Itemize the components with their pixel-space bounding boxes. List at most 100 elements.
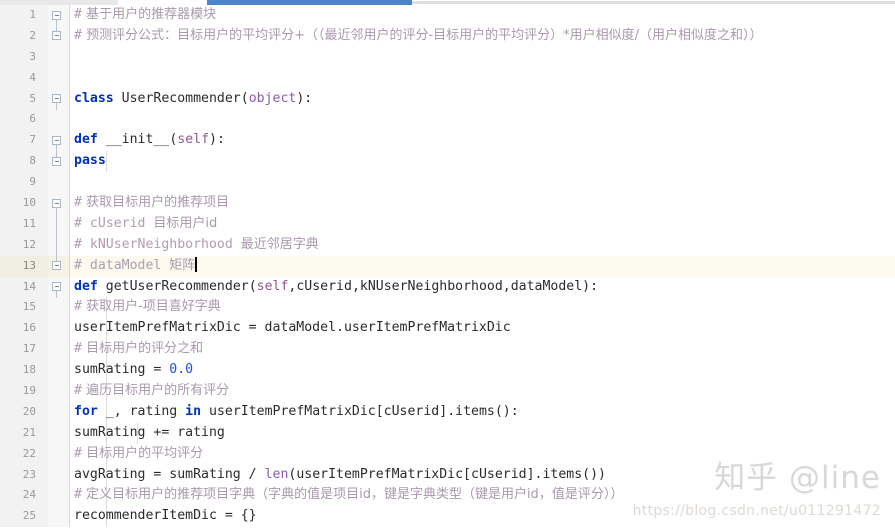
code-line[interactable]: 8 pass bbox=[0, 151, 895, 173]
code-line[interactable]: 2 # 预测评分公式：目标用户的平均评分+（（最近邻用户的评分-目标用户的平均评分… bbox=[0, 25, 895, 47]
code-line-text[interactable]: # 获取目标用户的推荐项目 bbox=[74, 193, 229, 214]
line-number: 7 bbox=[0, 130, 36, 152]
fold-gutter[interactable] bbox=[48, 443, 70, 465]
fold-gutter[interactable] bbox=[48, 172, 70, 194]
code-line-text[interactable]: recommenderItemDic = {} bbox=[74, 506, 257, 527]
token-def: def bbox=[74, 132, 98, 148]
code-line-text[interactable]: avgRating = sumRating / len(userItemPref… bbox=[74, 465, 606, 486]
fold-gutter[interactable] bbox=[48, 318, 70, 340]
line-number: 1 bbox=[0, 5, 36, 26]
code-line-text[interactable]: # cUserid 目标用户id bbox=[74, 214, 217, 235]
code-line[interactable]: 4 bbox=[0, 67, 895, 89]
token-comment: # bbox=[74, 445, 82, 461]
fold-gutter[interactable] bbox=[48, 381, 70, 402]
code-line[interactable]: 16 userItemPrefMatrixDic = dataModel.use… bbox=[0, 318, 895, 340]
code-line-text[interactable]: # 目标用户的评分之和 bbox=[74, 339, 203, 360]
code-line[interactable]: 25 recommenderItemDic = {} bbox=[0, 506, 895, 528]
code-line[interactable]: 23 avgRating = sumRating / len(userItemP… bbox=[0, 464, 895, 486]
code-line[interactable]: 15 # 获取用户-项目喜好字典 bbox=[0, 297, 895, 319]
code-line-text[interactable]: def getUserRecommender(self,cUserid,kNUs… bbox=[74, 277, 598, 298]
fold-connector-line bbox=[56, 213, 57, 235]
code-line-text[interactable]: for _, rating in userItemPrefMatrixDic[c… bbox=[74, 402, 519, 423]
code-line-text[interactable]: # kNUserNeighborhood 最近邻居字典 bbox=[74, 235, 319, 256]
code-line[interactable]: 24 # 定义目标用户的推荐项目字典（字典的值是项目id，键是字典类型（键是用户… bbox=[0, 485, 895, 507]
fold-gutter[interactable] bbox=[48, 297, 70, 319]
code-line[interactable]: 10 # 获取目标用户的推荐项目 bbox=[0, 193, 895, 215]
code-line-text[interactable]: class UserRecommender(object): bbox=[74, 89, 312, 110]
fold-gutter[interactable] bbox=[48, 485, 70, 507]
code-line[interactable]: 19 # 遍历目标用户的所有评分 bbox=[0, 381, 895, 402]
code-line[interactable]: 18 sumRating = 0.0 bbox=[0, 360, 895, 382]
fold-gutter[interactable] bbox=[48, 339, 70, 361]
line-number: 8 bbox=[0, 151, 36, 173]
fold-gutter[interactable] bbox=[48, 360, 70, 382]
code-line[interactable]: 11 # cUserid 目标用户id bbox=[0, 213, 895, 235]
gutter-divider bbox=[69, 67, 70, 89]
code-line-text[interactable]: # 基于用户的推荐器模块 bbox=[74, 5, 216, 26]
token-plain: sumRating = bbox=[74, 362, 170, 378]
code-line[interactable]: 22 # 目标用户的平均评分 bbox=[0, 443, 895, 465]
token-plain: ( bbox=[248, 278, 257, 294]
token-comment: # dataModel bbox=[74, 257, 170, 273]
fold-gutter[interactable] bbox=[48, 234, 70, 256]
fold-end-icon[interactable] bbox=[52, 261, 61, 271]
fold-gutter[interactable] bbox=[48, 422, 70, 444]
token-comment: # bbox=[74, 195, 82, 211]
gutter-divider bbox=[69, 297, 70, 319]
code-line[interactable]: 6 bbox=[0, 109, 895, 131]
gutter-divider bbox=[69, 276, 70, 298]
line-number: 18 bbox=[0, 360, 36, 382]
code-line-text[interactable]: def __init__(self): bbox=[74, 130, 225, 151]
code-line[interactable]: 13 # dataModel 矩阵 bbox=[0, 255, 895, 277]
gutter-divider bbox=[69, 151, 70, 173]
fold-gutter[interactable] bbox=[48, 67, 70, 89]
scrollbar-track-right bbox=[412, 1, 895, 4]
fold-gutter[interactable] bbox=[48, 109, 70, 131]
code-lines-container[interactable]: 1 # 基于用户的推荐器模块 2 # 预测评分公式：目标用户的平均评分+（（最近邻用户… bbox=[0, 5, 895, 529]
fold-gutter[interactable] bbox=[48, 46, 70, 68]
code-line-text[interactable]: # dataModel 矩阵 bbox=[74, 256, 198, 277]
line-number: 16 bbox=[0, 318, 36, 340]
code-line[interactable]: 3 bbox=[0, 46, 895, 68]
code-line[interactable]: 1 # 基于用户的推荐器模块 bbox=[0, 5, 895, 26]
fold-gutter[interactable] bbox=[48, 464, 70, 486]
token-plain: sumRating += rating bbox=[74, 424, 225, 440]
fold-end-icon[interactable] bbox=[52, 156, 61, 166]
fold-end-icon[interactable] bbox=[52, 31, 61, 41]
gutter-divider bbox=[69, 339, 70, 361]
code-line-text[interactable]: # 定义目标用户的推荐项目字典（字典的值是项目id，键是字典类型（键是用户id，… bbox=[74, 485, 623, 506]
code-line-text[interactable]: sumRating = 0.0 bbox=[74, 360, 193, 381]
token-plain: ,cUserid,kNUserNeighborhood,dataModel): bbox=[288, 278, 599, 294]
token-plain: ): bbox=[209, 132, 225, 148]
code-line[interactable]: 21 sumRating += rating bbox=[0, 422, 895, 444]
code-line[interactable]: 5 class UserRecommender(object): bbox=[0, 88, 895, 110]
token-comment-cn: 目标用户的评分之和 bbox=[81, 341, 204, 357]
code-line-text[interactable]: # 遍历目标用户的所有评分 bbox=[74, 381, 229, 402]
code-line-text[interactable]: sumRating += rating bbox=[74, 423, 225, 444]
code-line[interactable]: 12 # kNUserNeighborhood 最近邻居字典 bbox=[0, 234, 895, 256]
fold-gutter[interactable] bbox=[48, 213, 70, 235]
fold-gutter[interactable] bbox=[48, 506, 70, 528]
code-editor: 1 # 基于用户的推荐器模块 2 # 预测评分公式：目标用户的平均评分+（（最近邻用户… bbox=[0, 0, 895, 529]
code-line-text[interactable]: # 目标用户的平均评分 bbox=[74, 444, 203, 465]
token-num: 0.0 bbox=[169, 362, 194, 378]
line-number: 5 bbox=[0, 88, 36, 110]
code-line[interactable]: 14 def getUserRecommender(self,cUserid,k… bbox=[0, 276, 895, 298]
fold-connector-line bbox=[56, 255, 57, 262]
code-line-text[interactable]: # 预测评分公式：目标用户的平均评分+（（最近邻用户的评分-目标用户的平均评分）… bbox=[74, 26, 763, 47]
code-line-text[interactable]: # 获取用户-项目喜好字典 bbox=[74, 297, 221, 318]
line-number: 6 bbox=[0, 109, 36, 131]
code-line[interactable]: 17 # 目标用户的评分之和 bbox=[0, 339, 895, 361]
code-line[interactable]: 9 bbox=[0, 172, 895, 194]
code-line-text[interactable]: pass bbox=[74, 151, 106, 172]
line-number: 12 bbox=[0, 234, 36, 256]
token-comment-cn: 矩阵 bbox=[169, 257, 196, 273]
code-line[interactable]: 7 def __init__(self): bbox=[0, 130, 895, 152]
token-plain: ): bbox=[296, 90, 313, 106]
fold-gutter[interactable] bbox=[48, 401, 70, 423]
code-line[interactable]: 20 for _, rating in userItemPrefMatrixDi… bbox=[0, 401, 895, 423]
token-comment: # bbox=[74, 487, 82, 503]
code-line-text[interactable]: userItemPrefMatrixDic = dataModel.userIt… bbox=[74, 318, 511, 339]
